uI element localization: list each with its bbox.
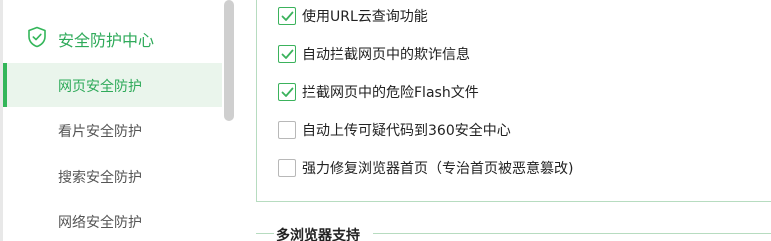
option-block-flash[interactable]: 拦截网页中的危险Flash文件 bbox=[278, 81, 479, 103]
sidebar-item-label: 网络安全防护 bbox=[58, 215, 142, 231]
sidebar-scrollbar[interactable] bbox=[222, 0, 234, 241]
checkmark-icon bbox=[281, 87, 294, 97]
sidebar-item-network-protection[interactable]: 网络安全防护 bbox=[3, 199, 222, 241]
sidebar-item-label: 看片安全防护 bbox=[58, 124, 142, 140]
sidebar-item-search-protection[interactable]: 搜索安全防护 bbox=[3, 154, 222, 198]
sidebar-header[interactable]: 安全防护中心 bbox=[3, 16, 222, 60]
option-repair-homepage[interactable]: 强力修复浏览器首页（专治首页被恶意篡改) bbox=[278, 157, 573, 179]
section-divider bbox=[373, 233, 771, 234]
checkbox[interactable] bbox=[278, 45, 296, 63]
option-label: 强力修复浏览器首页（专治首页被恶意篡改) bbox=[302, 161, 574, 177]
sidebar-item-label: 网页安全防护 bbox=[58, 79, 142, 95]
shield-check-icon bbox=[27, 26, 47, 48]
checkmark-icon bbox=[281, 49, 294, 59]
active-indicator bbox=[3, 63, 7, 107]
option-label: 使用URL云查询功能 bbox=[302, 9, 428, 25]
checkbox[interactable] bbox=[278, 159, 296, 177]
checkmark-icon bbox=[281, 11, 294, 21]
sidebar-item-video-protection[interactable]: 看片安全防护 bbox=[3, 108, 222, 152]
sidebar-header-label: 安全防护中心 bbox=[58, 31, 155, 50]
checkbox[interactable] bbox=[278, 7, 296, 25]
sidebar-item-label: 搜索安全防护 bbox=[58, 170, 142, 186]
checkbox[interactable] bbox=[278, 121, 296, 139]
option-label: 拦截网页中的危险Flash文件 bbox=[302, 85, 479, 101]
section-divider bbox=[256, 233, 274, 234]
option-block-fraud-info[interactable]: 自动拦截网页中的欺诈信息 bbox=[278, 43, 470, 65]
sidebar: 安全防护中心 网页安全防护 看片安全防护 搜索安全防护 网络安全防护 bbox=[3, 0, 222, 241]
option-label: 自动拦截网页中的欺诈信息 bbox=[302, 47, 470, 63]
sidebar-item-web-protection[interactable]: 网页安全防护 bbox=[3, 63, 222, 107]
checkbox[interactable] bbox=[278, 83, 296, 101]
option-label: 自动上传可疑代码到360安全中心 bbox=[302, 123, 511, 139]
section-title: 多浏览器支持 bbox=[276, 228, 360, 241]
option-upload-suspicious-code[interactable]: 自动上传可疑代码到360安全中心 bbox=[278, 119, 511, 141]
option-url-cloud-query[interactable]: 使用URL云查询功能 bbox=[278, 5, 428, 27]
scrollbar-thumb[interactable] bbox=[224, 0, 234, 121]
